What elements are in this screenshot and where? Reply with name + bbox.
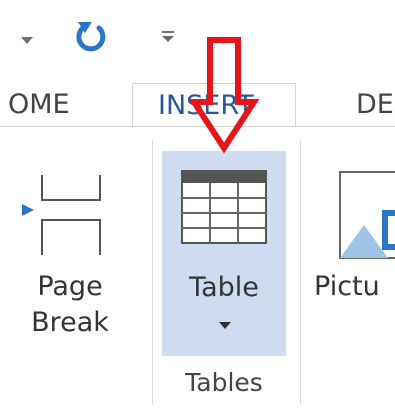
picture-icon <box>339 171 395 259</box>
chevron-down-icon <box>219 322 231 329</box>
group-separator-right <box>300 140 301 405</box>
tab-home[interactable]: OME <box>0 83 120 127</box>
red-arrow-down-icon <box>190 37 260 154</box>
page-break-label-line1: Page <box>37 271 103 302</box>
pictures-label: Pictu <box>314 271 380 302</box>
table-button[interactable]: Table <box>162 151 286 356</box>
customize-qat-icon[interactable] <box>160 28 176 44</box>
group-label-tables: Tables <box>185 368 263 397</box>
table-grid-icon <box>181 170 267 244</box>
page-break-label-line2: Break <box>31 307 109 338</box>
tab-design[interactable]: DE <box>352 83 395 127</box>
tab-home-label: OME <box>8 89 70 120</box>
pictures-button[interactable]: Pictu <box>314 160 395 360</box>
group-separator <box>152 140 153 405</box>
table-label: Table <box>189 272 259 303</box>
redo-icon[interactable] <box>74 18 110 54</box>
page-break-button[interactable]: Page Break <box>20 160 125 360</box>
page-break-icon <box>22 175 101 255</box>
tab-design-label: DE <box>356 89 394 120</box>
dropdown-arrow-icon[interactable] <box>20 36 34 46</box>
